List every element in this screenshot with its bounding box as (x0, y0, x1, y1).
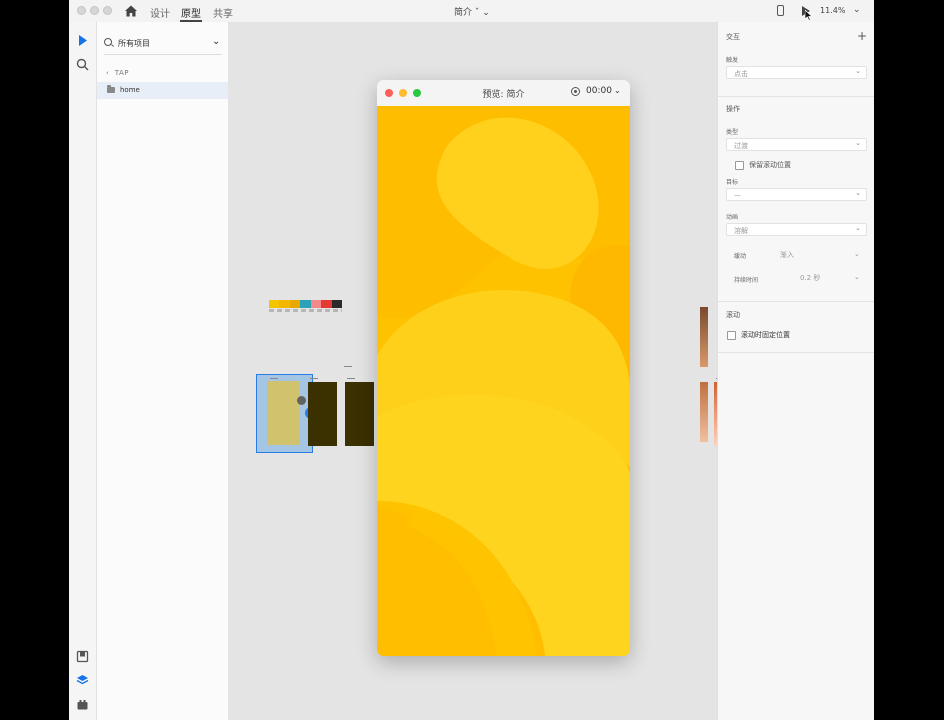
preview-titlebar: 预览: 简介 00:00 ⌄ (377, 80, 630, 107)
type-dropdown[interactable]: 过渡 ⌄ (726, 138, 867, 151)
window-close-button[interactable] (77, 6, 86, 15)
layer-item-home[interactable]: home (97, 82, 228, 99)
record-icon[interactable] (571, 87, 580, 96)
artboard-selected[interactable]: › (256, 374, 317, 453)
preserve-scroll-checkbox[interactable] (735, 161, 744, 170)
chevron-down-icon: ⌄ (855, 189, 861, 197)
preview-artwork (377, 106, 630, 656)
prototype-inspector: 交互 + 触发 点击 ⌄ 操作 类型 过渡 ⌄ 保留滚动位置 目标 — ⌄ 动画… (717, 22, 874, 720)
animation-label: 动画 (726, 214, 739, 221)
artboard-label (270, 378, 278, 379)
destination-dropdown[interactable]: — ⌄ (726, 188, 867, 201)
chevron-down-icon: ⌄ (212, 36, 221, 47)
left-toolbar (69, 22, 97, 720)
mouse-cursor-icon (805, 10, 813, 21)
action-section-title: 操作 (726, 105, 740, 113)
artboard[interactable] (308, 382, 337, 446)
scroll-section-title: 滚动 (726, 311, 740, 319)
artboard-label (310, 378, 318, 379)
easing-label: 缓动 (734, 253, 747, 260)
chevron-down-icon: ⌄ (855, 67, 861, 75)
swatch-labels (269, 309, 342, 312)
swatch (269, 300, 280, 308)
easing-dropdown[interactable]: 渐入 (780, 250, 794, 260)
chevron-down-icon: ⌄ (855, 224, 861, 232)
assets-icon[interactable] (76, 650, 89, 663)
plugins-icon[interactable] (76, 698, 89, 711)
layer-item-label: home (120, 86, 140, 94)
divider (718, 96, 874, 97)
add-interaction-icon[interactable]: + (857, 29, 867, 43)
window-zoom-button[interactable] (103, 6, 112, 15)
swatch (289, 300, 301, 308)
tab-design[interactable]: 设计 (150, 5, 170, 20)
layers-icon[interactable] (76, 674, 89, 687)
xd-app-window: 设计 原型 共享 简介 ˇ ⌄ 11.4% ⌄ 所有项目 ⌄ ‹ TAP hom… (69, 0, 874, 720)
zoom-search-icon[interactable] (76, 58, 89, 71)
artboard[interactable] (700, 307, 708, 367)
swatch (300, 300, 311, 308)
type-label: 类型 (726, 129, 739, 136)
animation-value: 溶解 (734, 227, 748, 235)
color-swatches (269, 300, 342, 308)
animation-dropdown[interactable]: 溶解 ⌄ (726, 223, 867, 236)
window-minimize-button[interactable] (90, 6, 99, 15)
layers-panel: 所有项目 ⌄ ‹ TAP home (97, 22, 229, 720)
document-title-menu[interactable]: 简介 ˇ ⌄ (454, 5, 490, 18)
folder-icon (107, 85, 115, 93)
duration-dropdown[interactable]: 0.2 秒 (800, 273, 820, 283)
chevron-down-icon[interactable]: ⌄ (614, 86, 621, 95)
device-preview-icon[interactable] (777, 5, 784, 16)
top-bar: 设计 原型 共享 简介 ˇ ⌄ 11.4% ⌄ (69, 0, 874, 23)
interaction-section-title: 交互 (726, 33, 740, 41)
chevron-down-icon[interactable]: ⌄ (854, 250, 860, 258)
preserve-scroll-label: 保留滚动位置 (749, 161, 791, 169)
artboard-label (347, 378, 355, 379)
easing-value: 渐入 (780, 251, 794, 259)
artboard[interactable] (700, 382, 708, 442)
tab-share[interactable]: 共享 (213, 5, 233, 20)
fixed-scroll-checkbox[interactable] (727, 331, 736, 340)
trigger-label: 触发 (726, 57, 739, 64)
tab-prototype[interactable]: 原型 (181, 5, 201, 20)
chevron-left-icon: ‹ (106, 69, 115, 77)
divider (718, 301, 874, 302)
chevron-down-icon: ⌄ (855, 139, 861, 147)
artboard-label (344, 366, 352, 367)
back-label: TAP (114, 69, 129, 77)
chevron-down-icon[interactable]: ⌄ (853, 5, 861, 15)
filter-label: 所有项目 (118, 39, 150, 48)
swatch (331, 300, 342, 308)
destination-label: 目标 (726, 179, 739, 186)
select-arrow-icon[interactable] (76, 34, 89, 47)
layers-filter-dropdown[interactable]: 所有项目 ⌄ (104, 36, 222, 55)
layers-back-button[interactable]: ‹ TAP (106, 69, 129, 77)
fixed-scroll-label: 滚动时固定位置 (741, 331, 790, 339)
document-title: 简介 (454, 8, 473, 18)
artboard-thumbnail (267, 381, 300, 445)
swatch (321, 300, 332, 308)
duration-value: 0.2 秒 (800, 274, 821, 282)
design-canvas[interactable]: › 预览: 简介 00:00 ⌄ (228, 22, 717, 720)
divider (718, 352, 874, 353)
chevron-down-icon[interactable]: ⌄ (854, 273, 860, 281)
type-value: 过渡 (734, 142, 748, 150)
home-icon[interactable] (124, 4, 138, 18)
trigger-dropdown[interactable]: 点击 ⌄ (726, 66, 867, 79)
destination-value: — (734, 191, 741, 199)
artboard[interactable] (345, 382, 374, 446)
trigger-value: 点击 (734, 70, 748, 78)
zoom-level[interactable]: 11.4% (820, 6, 845, 15)
duration-label: 持续时间 (734, 277, 759, 284)
prototype-handle[interactable] (297, 396, 306, 405)
search-icon (104, 38, 112, 46)
swatch (279, 300, 290, 308)
recording-timer: 00:00 (586, 86, 612, 96)
chevron-down-icon: ˇ ⌄ (474, 8, 490, 18)
preview-window: 预览: 简介 00:00 ⌄ (377, 80, 630, 656)
swatch (310, 300, 322, 308)
